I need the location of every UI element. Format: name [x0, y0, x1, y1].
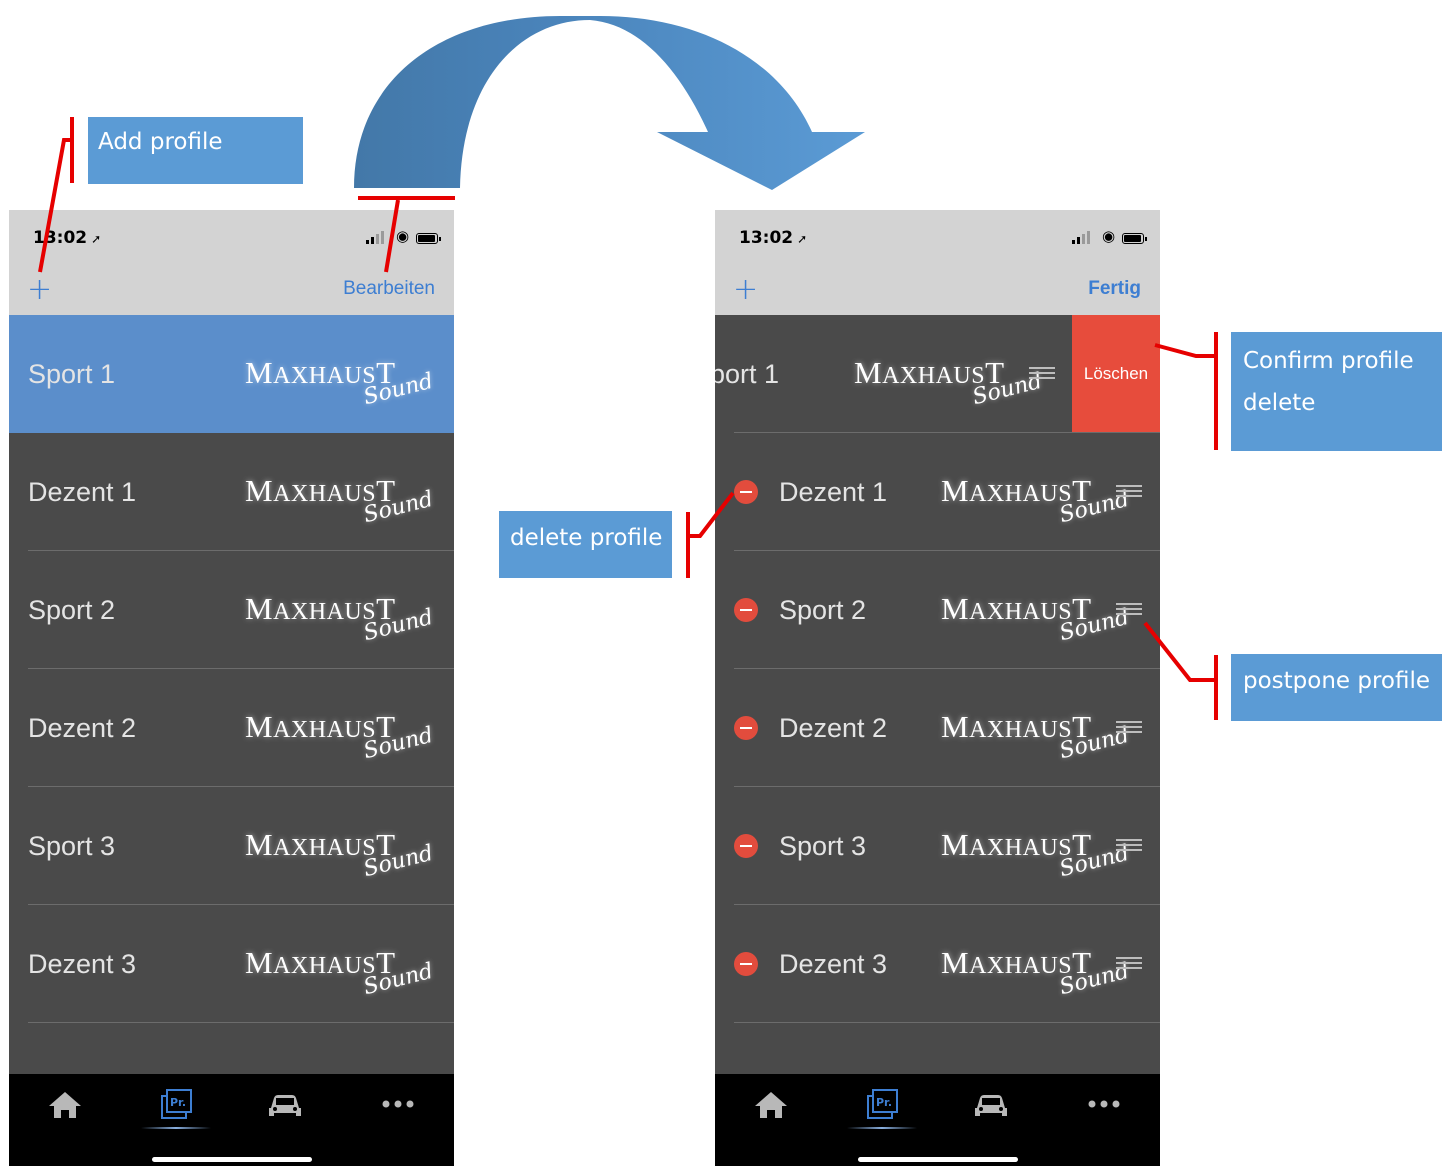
profile-row[interactable]: Dezent 2 MAXHAUST Sound	[715, 669, 1160, 787]
profile-row[interactable]: Dezent 2 MAXHAUST Sound	[9, 669, 454, 787]
profile-label: Sport 3	[28, 831, 116, 861]
callout-add-profile: Add profile	[88, 117, 303, 184]
done-button[interactable]: Fertig	[1088, 278, 1141, 300]
profile-label: Dezent 1	[28, 477, 137, 507]
delete-minus-icon[interactable]	[734, 952, 758, 976]
confirm-delete-button[interactable]: Löschen	[1072, 315, 1160, 433]
status-icons: ◉	[366, 227, 441, 246]
maxhaust-logo: MAXHAUST Sound	[941, 945, 1132, 1001]
profile-row[interactable]: Dezent 3 MAXHAUST Sound	[715, 905, 1160, 1023]
delete-minus-icon[interactable]	[734, 834, 758, 858]
add-profile-button[interactable]: +	[27, 270, 52, 310]
nav-bar: + Bearbeiten	[9, 266, 454, 315]
car-icon[interactable]	[971, 1088, 1011, 1120]
battery-icon	[1122, 233, 1147, 244]
profile-label: Dezent 3	[28, 949, 137, 979]
maxhaust-logo: MAXHAUST Sound	[245, 709, 436, 765]
maxhaust-logo: MAXHAUST Sound	[941, 591, 1132, 647]
maxhaust-logo: MAXHAUST Sound	[245, 473, 436, 529]
tab-bar: Pr.	[715, 1074, 1160, 1166]
reorder-icon[interactable]	[1029, 367, 1055, 382]
delete-minus-icon[interactable]	[734, 716, 758, 740]
wifi-icon: ◉	[396, 227, 410, 245]
svg-text:Pr.: Pr.	[876, 1096, 892, 1109]
profile-list: Sport 1 MAXHAUSTSound Löschen Dezent 1 M…	[715, 315, 1160, 1023]
profile-row[interactable]: Sport 2 MAXHAUST Sound	[9, 551, 454, 669]
add-profile-button[interactable]: +	[733, 270, 758, 310]
svg-text:Pr.: Pr.	[170, 1096, 186, 1109]
profile-label: Sport 2	[779, 595, 867, 625]
edit-button[interactable]: Bearbeiten	[343, 278, 435, 300]
more-icon[interactable]	[378, 1088, 418, 1120]
profile-label: Dezent 2	[779, 713, 888, 743]
profile-row-swiped[interactable]: Sport 1 MAXHAUSTSound Löschen	[715, 315, 1160, 433]
phone-after: 13:02➚ ◉ + Fertig Sport 1 MAXHAUSTSound …	[715, 210, 1160, 1166]
profile-label: Sport 1	[715, 359, 780, 389]
status-bar: 13:02 ➚ ◉	[715, 210, 1160, 266]
callout-confirm-delete: Confirm profile delete	[1231, 332, 1442, 451]
profile-label: Sport 3	[779, 831, 867, 861]
profile-list: Sport 1 MAXHAUST Sound Dezent 1 MAXHAUST S…	[9, 315, 454, 1023]
status-bar: 13:02 ➚ ◉	[9, 210, 454, 266]
reorder-icon[interactable]	[1116, 839, 1142, 854]
delete-minus-icon[interactable]	[734, 598, 758, 622]
callout-delete-profile: delete profile	[499, 511, 672, 578]
tab-bar: Pr.	[9, 1074, 454, 1166]
maxhaust-logo: MAXHAUST Sound	[941, 709, 1132, 765]
transition-arrow	[354, 16, 865, 190]
profiles-icon[interactable]: Pr.	[156, 1088, 196, 1120]
maxhaust-logo: MAXHAUST Sound	[245, 827, 436, 883]
maxhaust-logo: MAXHAUST Sound	[941, 827, 1132, 883]
home-indicator	[858, 1157, 1018, 1162]
profile-label: Dezent 1	[779, 477, 888, 507]
phone-before: 13:02 ➚ ◉ + Bearbeiten Sport 1 MAXHAUST So…	[9, 210, 454, 1166]
home-icon[interactable]	[45, 1088, 85, 1120]
maxhaust-logo: MAXHAUST Sound	[245, 591, 436, 647]
profile-row[interactable]: Sport 3 MAXHAUST Sound	[715, 787, 1160, 905]
more-icon[interactable]	[1084, 1088, 1124, 1120]
status-time: 13:02 ➚	[739, 228, 808, 248]
profile-row[interactable]: Dezent 3 MAXHAUST Sound	[9, 905, 454, 1023]
delete-minus-icon[interactable]	[734, 480, 758, 504]
status-time: 13:02 ➚	[33, 228, 102, 248]
profile-label: Sport 1	[28, 359, 116, 389]
profiles-icon[interactable]: Pr.	[862, 1088, 902, 1120]
callout-postpone-profile: postpone profile	[1231, 654, 1442, 721]
reorder-icon[interactable]	[1116, 485, 1142, 500]
home-indicator	[152, 1157, 312, 1162]
reorder-icon[interactable]	[1116, 957, 1142, 972]
location-icon: ➚	[797, 232, 808, 246]
signal-icon	[366, 240, 369, 244]
status-icons: ◉	[1072, 227, 1147, 246]
profile-row[interactable]: Dezent 1 MAXHAUST Sound	[715, 433, 1160, 551]
home-icon[interactable]	[751, 1088, 791, 1120]
reorder-icon[interactable]	[1116, 721, 1142, 736]
maxhaust-logo: MAXHAUST Sound	[245, 355, 436, 411]
wifi-icon: ◉	[1102, 227, 1116, 245]
profile-row[interactable]: Dezent 1 MAXHAUST Sound	[9, 433, 454, 551]
profile-row[interactable]: Sport 2 MAXHAUST Sound	[715, 551, 1160, 669]
profile-label: Sport 2	[28, 595, 116, 625]
reorder-icon[interactable]	[1116, 603, 1142, 618]
car-icon[interactable]	[265, 1088, 305, 1120]
maxhaust-logo: MAXHAUST Sound	[854, 355, 1045, 411]
profile-label: Dezent 2	[28, 713, 137, 743]
maxhaust-logo: MAXHAUST Sound	[245, 945, 436, 1001]
profile-row[interactable]: Sport 1 MAXHAUST Sound	[9, 315, 454, 433]
profile-label: Dezent 3	[779, 949, 888, 979]
maxhaust-logo: MAXHAUST Sound	[941, 473, 1132, 529]
nav-bar: + Fertig	[715, 266, 1160, 315]
battery-icon	[416, 233, 441, 244]
profile-row[interactable]: Sport 3 MAXHAUST Sound	[9, 787, 454, 905]
location-icon: ➚	[91, 232, 102, 246]
signal-icon	[1072, 240, 1075, 244]
